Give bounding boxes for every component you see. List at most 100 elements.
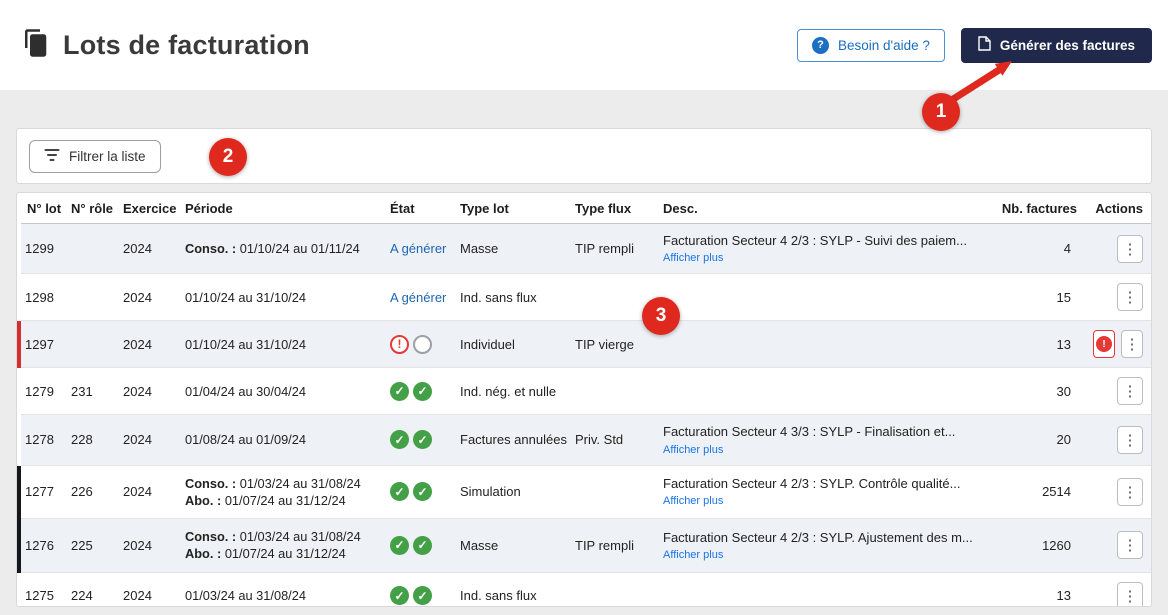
row-actions-menu-button[interactable]: ⋮ xyxy=(1117,283,1143,311)
row-actions: ⋮ xyxy=(1093,235,1147,263)
table-row: 12762252024Conso. : 01/03/24 au 31/08/24… xyxy=(19,519,1152,573)
type-lot-cell: Simulation xyxy=(452,465,567,519)
table-row: 1279231202401/04/24 au 30/04/24✓✓Ind. né… xyxy=(19,368,1152,415)
row-actions-menu-button[interactable]: ⋮ xyxy=(1121,330,1143,358)
description-text: Facturation Secteur 4 2/3 : SYLP. Contrô… xyxy=(663,476,982,492)
lot-cell: 1275 xyxy=(19,572,63,607)
etat-cell: ✓✓ xyxy=(382,465,452,519)
periode-cell: Conso. : 01/03/24 au 31/08/24Abo. : 01/0… xyxy=(177,519,382,573)
column-header: Période xyxy=(177,193,382,224)
actions-cell: ⋮ xyxy=(1085,274,1152,321)
desc-cell xyxy=(655,572,990,607)
filter-button-label: Filtrer la liste xyxy=(69,149,146,164)
show-more-link[interactable]: Afficher plus xyxy=(663,495,723,507)
row-error-button[interactable]: ! xyxy=(1093,330,1115,358)
exercice-cell: 2024 xyxy=(115,519,177,573)
desc-cell: Facturation Secteur 4 2/3 : SYLP. Contrô… xyxy=(655,465,990,519)
actions-cell: !⋮ xyxy=(1085,321,1152,368)
role-cell: 228 xyxy=(63,415,115,465)
success-check-icon: ✓ xyxy=(390,382,409,401)
column-header: Actions xyxy=(1085,193,1152,224)
exercice-cell: 2024 xyxy=(115,572,177,607)
generate-button-label: Générer des factures xyxy=(1000,38,1135,53)
type-lot-cell: Individuel xyxy=(452,321,567,368)
periode-line: 01/03/24 au 31/08/24 xyxy=(185,587,374,604)
row-actions-menu-button[interactable]: ⋮ xyxy=(1117,582,1143,607)
page-title: Lots de facturation xyxy=(63,30,310,61)
show-more-link[interactable]: Afficher plus xyxy=(663,549,723,561)
actions-cell: ⋮ xyxy=(1085,465,1152,519)
nb-factures-cell: 30 xyxy=(990,368,1085,415)
filter-list-button[interactable]: Filtrer la liste xyxy=(29,140,161,173)
description-text: Facturation Secteur 4 2/3 : SYLP - Suivi… xyxy=(663,233,982,249)
etat-icons: ✓✓ xyxy=(390,536,444,555)
role-cell xyxy=(63,321,115,368)
row-actions: ⋮ xyxy=(1093,582,1147,607)
row-actions-menu-button[interactable]: ⋮ xyxy=(1117,235,1143,263)
periode-label: Conso. : xyxy=(185,241,240,256)
etat-cell: ✓✓ xyxy=(382,519,452,573)
help-button-label: Besoin d'aide ? xyxy=(838,38,930,53)
nb-factures-cell: 15 xyxy=(990,274,1085,321)
role-cell: 231 xyxy=(63,368,115,415)
etat-icons: A générer xyxy=(390,290,444,305)
periode-cell: 01/08/24 au 01/09/24 xyxy=(177,415,382,465)
show-more-link[interactable]: Afficher plus xyxy=(663,444,723,456)
type-lot-cell: Masse xyxy=(452,224,567,274)
periode-line: Conso. : 01/03/24 au 31/08/24 xyxy=(185,475,374,492)
column-header: Exercice xyxy=(115,193,177,224)
role-cell: 226 xyxy=(63,465,115,519)
periode-line: Conso. : 01/03/24 au 31/08/24 xyxy=(185,528,374,545)
row-actions-menu-button[interactable]: ⋮ xyxy=(1117,478,1143,506)
type-lot-cell: Ind. nég. et nulle xyxy=(452,368,567,415)
lot-cell: 1299 xyxy=(19,224,63,274)
lot-cell: 1276 xyxy=(19,519,63,573)
periode-label: Conso. : xyxy=(185,529,240,544)
type-lot-cell: Masse xyxy=(452,519,567,573)
actions-cell: ⋮ xyxy=(1085,572,1152,607)
type-flux-cell: Priv. Std xyxy=(567,415,655,465)
role-cell: 225 xyxy=(63,519,115,573)
generate-invoices-button[interactable]: Générer des factures xyxy=(961,28,1152,63)
periode-line: Conso. : 01/10/24 au 01/11/24 xyxy=(185,240,374,257)
help-icon: ? xyxy=(812,37,829,54)
pending-circle-icon xyxy=(413,335,432,354)
status-a-generer: A générer xyxy=(390,241,446,256)
show-more-link[interactable]: Afficher plus xyxy=(663,252,723,264)
nb-factures-cell: 1260 xyxy=(990,519,1085,573)
exercice-cell: 2024 xyxy=(115,465,177,519)
periode-cell: 01/03/24 au 31/08/24 xyxy=(177,572,382,607)
periode-cell: Conso. : 01/03/24 au 31/08/24Abo. : 01/0… xyxy=(177,465,382,519)
row-actions-menu-button[interactable]: ⋮ xyxy=(1117,531,1143,559)
table-row: 1275224202401/03/24 au 31/08/24✓✓Ind. sa… xyxy=(19,572,1152,607)
row-actions: ⋮ xyxy=(1093,531,1147,559)
periode-cell: 01/04/24 au 30/04/24 xyxy=(177,368,382,415)
success-check-icon: ✓ xyxy=(390,536,409,555)
periode-line: Abo. : 01/07/24 au 31/12/24 xyxy=(185,545,374,562)
periode-label: Conso. : xyxy=(185,476,240,491)
row-actions-menu-button[interactable]: ⋮ xyxy=(1117,377,1143,405)
type-lot-cell: Ind. sans flux xyxy=(452,572,567,607)
help-button[interactable]: ? Besoin d'aide ? xyxy=(797,29,945,62)
documents-icon xyxy=(20,28,50,63)
periode-label: Abo. : xyxy=(185,493,225,508)
type-lot-cell: Ind. sans flux xyxy=(452,274,567,321)
row-actions-menu-button[interactable]: ⋮ xyxy=(1117,426,1143,454)
exercice-cell: 2024 xyxy=(115,368,177,415)
nb-factures-cell: 4 xyxy=(990,224,1085,274)
row-actions: ⋮ xyxy=(1093,283,1147,311)
column-header: Type lot xyxy=(452,193,567,224)
periode-line: 01/10/24 au 31/10/24 xyxy=(185,336,374,353)
success-check-icon: ✓ xyxy=(413,482,432,501)
filter-bar: Filtrer la liste xyxy=(16,128,1152,184)
exercice-cell: 2024 xyxy=(115,274,177,321)
etat-cell: ✓✓ xyxy=(382,572,452,607)
annotation-step-2: 2 xyxy=(209,138,247,176)
desc-cell: Facturation Secteur 4 2/3 : SYLP. Ajuste… xyxy=(655,519,990,573)
row-actions: ⋮ xyxy=(1093,426,1147,454)
lot-cell: 1277 xyxy=(19,465,63,519)
role-cell xyxy=(63,274,115,321)
column-header: État xyxy=(382,193,452,224)
table-row: 1298202401/10/24 au 31/10/24A générerInd… xyxy=(19,274,1152,321)
etat-icons: ✓✓ xyxy=(390,482,444,501)
